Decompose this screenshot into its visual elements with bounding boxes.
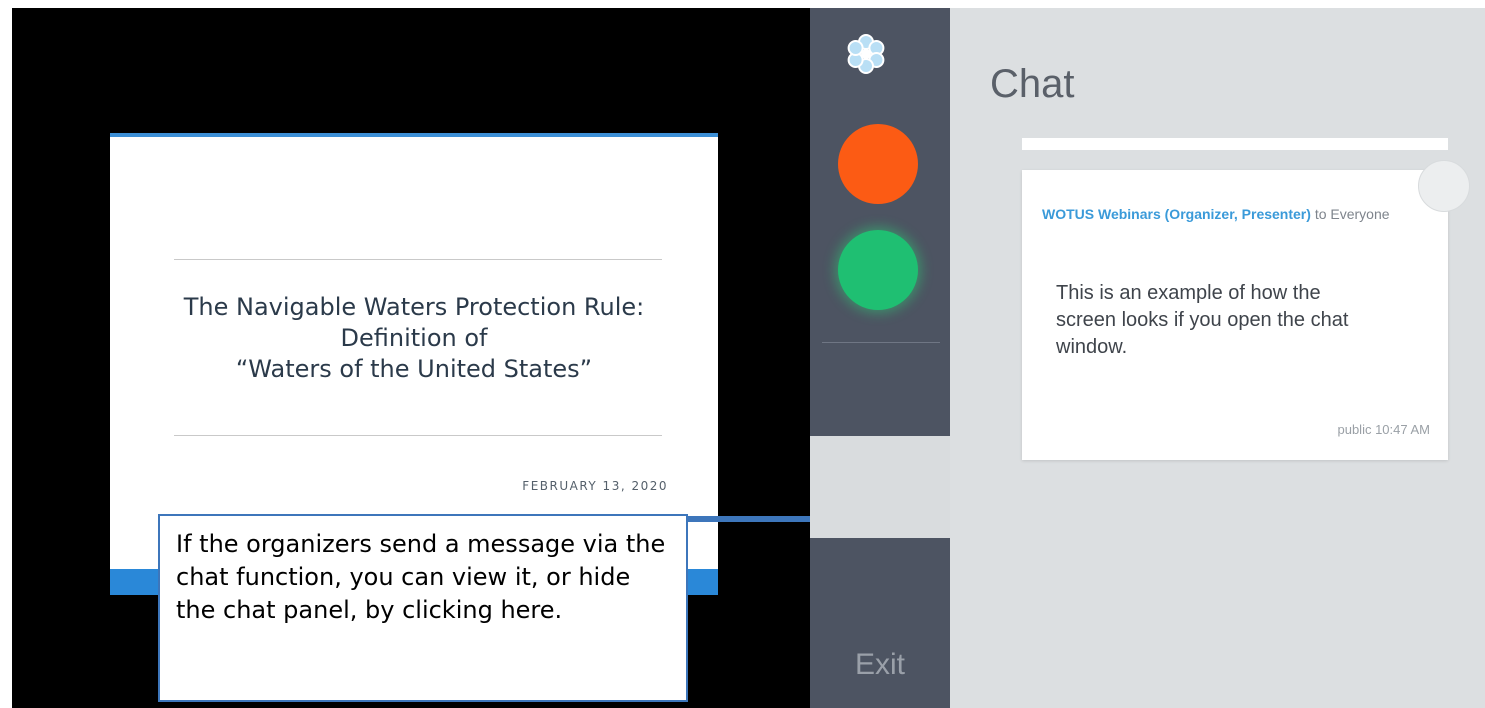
presentation-area: The Navigable Waters Protection Rule: De… [12, 8, 810, 708]
message-text: This is an example of how the screen loo… [1056, 282, 1349, 358]
slide-top-rule [174, 259, 662, 260]
exit-button[interactable]: Exit [810, 648, 950, 682]
chat-message: WOTUS Webinars (Organizer, Presenter) to… [1022, 160, 1470, 460]
sidebar-controls [810, 8, 950, 436]
slide-date: FEBRUARY 13, 2020 [522, 479, 668, 493]
instruction-callout: If the organizers send a message via the… [158, 514, 688, 702]
message-sender: WOTUS Webinars (Organizer, Presenter) [1042, 206, 1311, 222]
sidebar-divider [822, 342, 940, 343]
message-header: WOTUS Webinars (Organizer, Presenter) to… [1042, 198, 1402, 230]
chat-title: Chat [990, 62, 1075, 106]
flower-logo-icon[interactable] [846, 34, 886, 74]
slide-bottom-rule [174, 435, 662, 436]
control-sidebar: Exit [810, 8, 950, 708]
message-timestamp: public 10:47 AM [1337, 422, 1430, 437]
sidebar-exit-section [810, 538, 950, 708]
chat-panel: Chat WOTUS Webinars (Organizer, Presente… [950, 8, 1485, 708]
chat-previous-message-edge [1022, 138, 1448, 150]
green-circle-button[interactable] [838, 230, 918, 310]
avatar [1418, 160, 1470, 212]
webinar-window: The Navigable Waters Protection Rule: De… [12, 8, 1485, 708]
message-recipient: to Everyone [1314, 206, 1390, 222]
slide-title: The Navigable Waters Protection Rule: De… [183, 293, 645, 383]
orange-circle-button[interactable] [838, 124, 918, 204]
